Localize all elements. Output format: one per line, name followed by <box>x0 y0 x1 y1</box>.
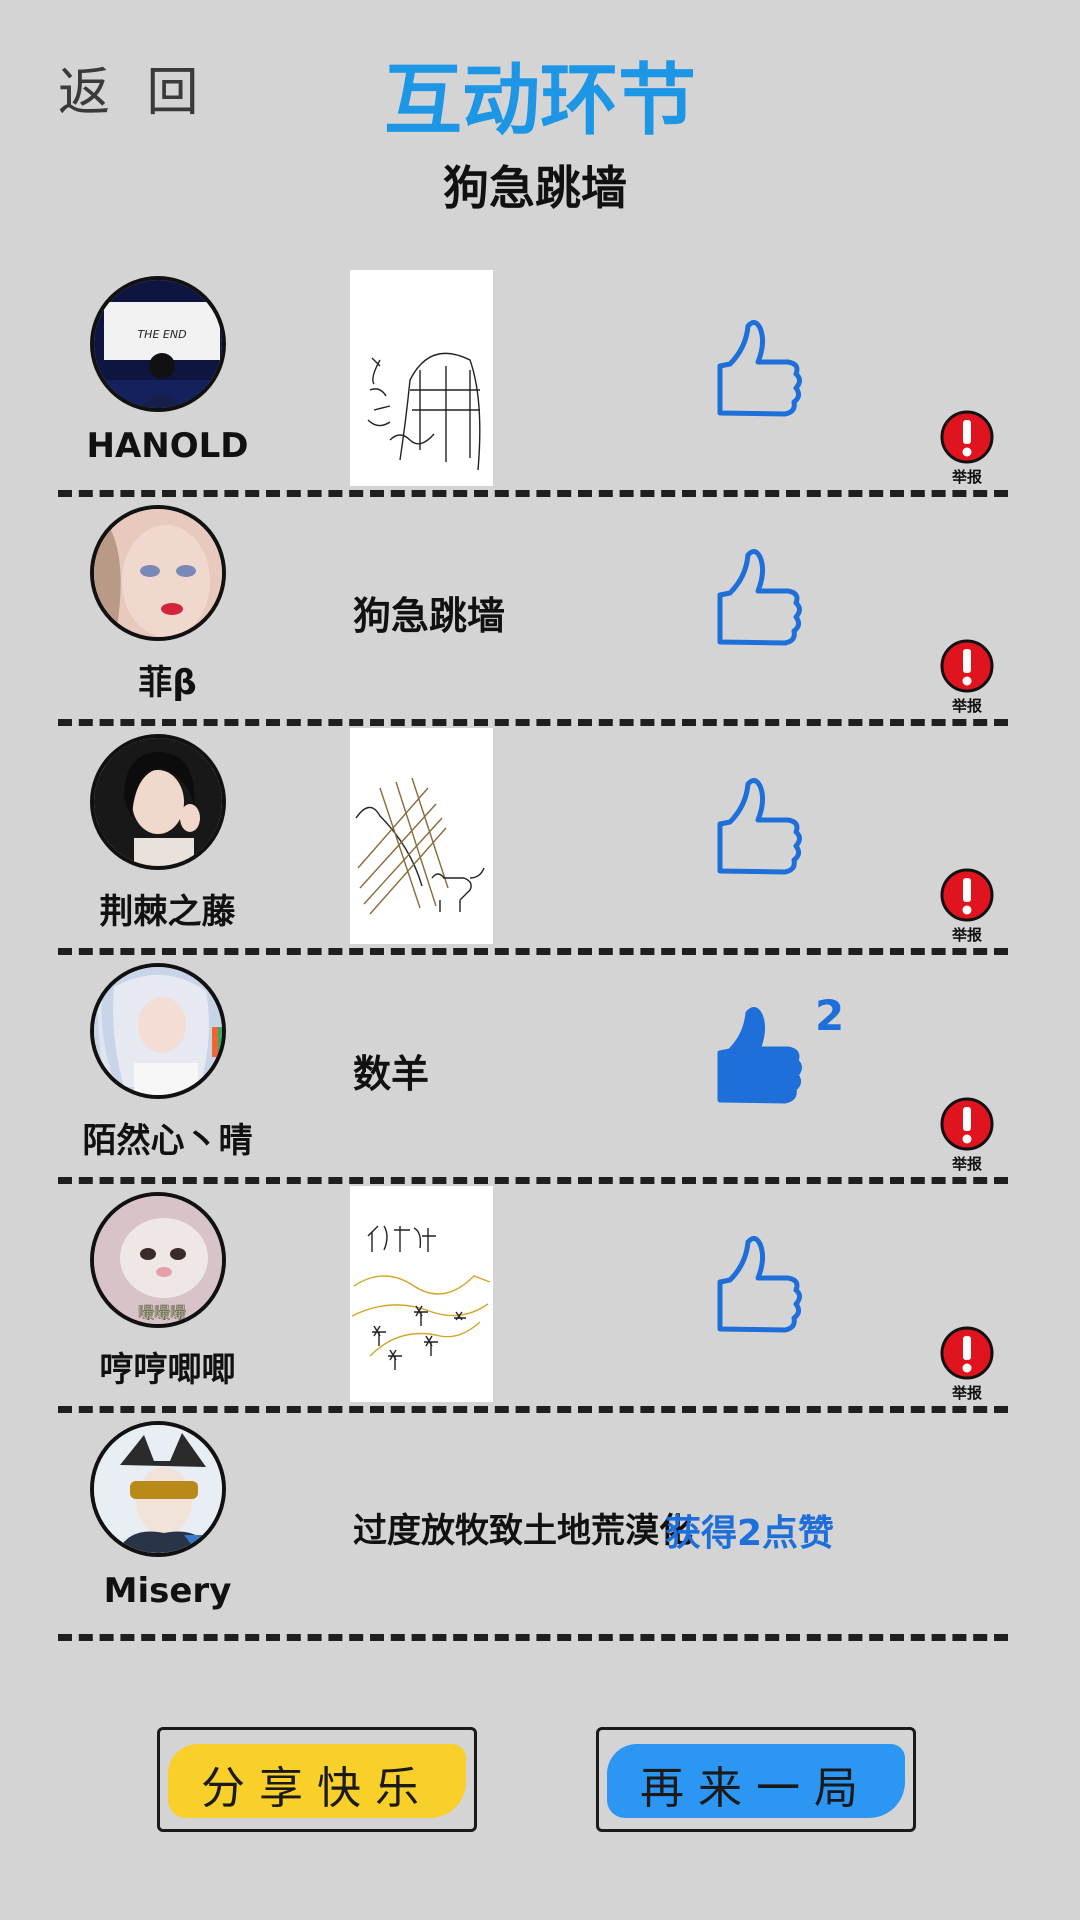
answer-drawing <box>350 1186 493 1402</box>
list-item: 荆棘之藤 举报 <box>0 726 1080 954</box>
share-button[interactable]: 分享快乐 <box>157 1727 477 1832</box>
list-item: 嘬嘬嘬 哼哼唧唧 举报 <box>0 1184 1080 1412</box>
divider <box>58 1177 1008 1184</box>
thumbs-up-icon[interactable] <box>700 1224 810 1344</box>
like-count: 2 <box>815 991 845 1040</box>
thumbs-up-icon[interactable] <box>700 995 810 1115</box>
username: Misery <box>103 1571 232 1611</box>
username: 陌然心丶晴 <box>82 1121 253 1161</box>
report-label: 举报 <box>951 926 982 944</box>
thumbs-up-icon[interactable] <box>700 766 810 886</box>
divider <box>58 1406 1008 1413</box>
avatar <box>90 734 226 870</box>
svg-text:THE END: THE END <box>137 328 186 341</box>
divider <box>58 948 1008 955</box>
thumbs-up-icon[interactable] <box>700 308 810 428</box>
avatar <box>90 963 226 1099</box>
username: HANOLD <box>86 426 249 466</box>
avatar: THE END <box>90 276 226 412</box>
warning-icon <box>940 1097 994 1151</box>
warning-icon <box>940 639 994 693</box>
result-text: 获得2点赞 <box>665 1513 835 1554</box>
report-label: 举报 <box>951 697 982 715</box>
username: 哼哼唧唧 <box>99 1350 236 1390</box>
report-button[interactable]: 举报 <box>938 866 996 945</box>
page-title: 互动环节 <box>383 56 696 146</box>
username: 菲β <box>138 663 197 703</box>
report-label: 举报 <box>951 1384 982 1402</box>
report-label: 举报 <box>951 1155 982 1173</box>
list-item: THE END HANOLD 举报 <box>0 268 1080 496</box>
warning-icon <box>940 1326 994 1380</box>
avatar <box>90 505 226 641</box>
answer-text: 数羊 <box>353 1052 430 1096</box>
report-button[interactable]: 举报 <box>938 1095 996 1174</box>
divider <box>58 490 1008 497</box>
report-button[interactable]: 举报 <box>938 637 996 716</box>
warning-icon <box>940 868 994 922</box>
answer-drawing <box>350 270 493 486</box>
divider <box>58 1634 1008 1641</box>
warning-icon <box>940 410 994 464</box>
list-item: Misery 过度放牧致土地荒漠化 <box>0 1413 1080 1641</box>
thumbs-up-icon[interactable] <box>700 537 810 657</box>
avatar: 嘬嘬嘬 <box>90 1192 226 1328</box>
answer-drawing <box>350 728 493 944</box>
list-item: 陌然心丶晴 数羊 2 举报 <box>0 955 1080 1183</box>
topic-word: 狗急跳墙 <box>443 161 627 215</box>
svg-text:嘬嘬嘬: 嘬嘬嘬 <box>138 1303 186 1322</box>
username: 荆棘之藤 <box>99 892 236 932</box>
answer-text: 过度放牧致土地荒漠化 <box>353 1511 693 1551</box>
avatar <box>90 1421 226 1557</box>
report-button[interactable]: 举报 <box>938 1324 996 1403</box>
play-again-button-label: 再来一局 <box>640 1763 872 1814</box>
divider <box>58 719 1008 726</box>
play-again-button[interactable]: 再来一局 <box>596 1727 916 1832</box>
list-item: 菲β 狗急跳墙 举报 <box>0 497 1080 725</box>
share-button-label: 分享快乐 <box>201 1763 433 1814</box>
report-label: 举报 <box>951 468 982 486</box>
report-button[interactable]: 举报 <box>938 408 996 487</box>
answer-text: 狗急跳墙 <box>353 594 506 638</box>
